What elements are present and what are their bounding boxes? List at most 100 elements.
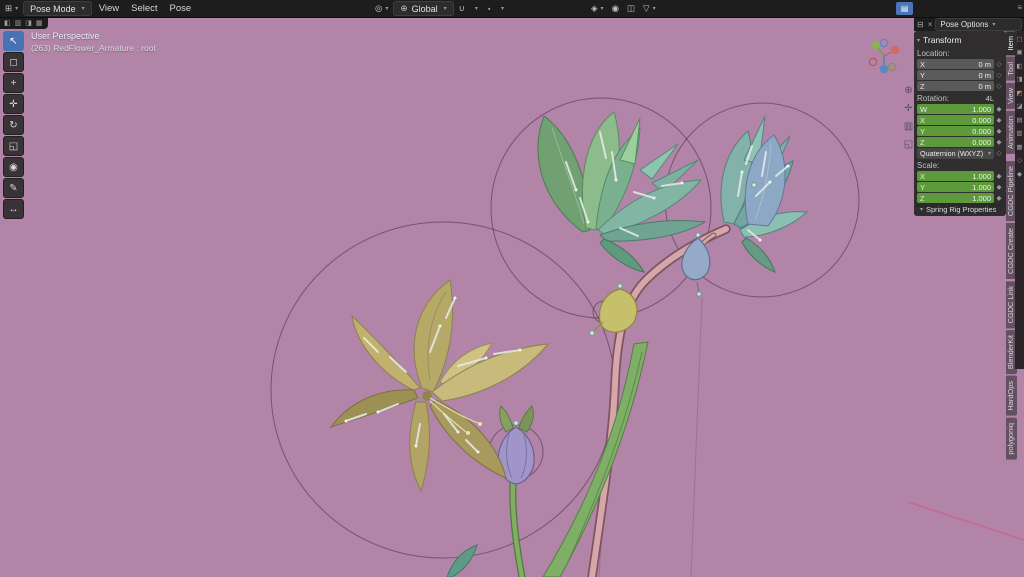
tab-cgdc-pipeline[interactable]: CGDC Pipeline — [1006, 161, 1017, 221]
close-icon[interactable]: × — [927, 20, 934, 29]
tool-setting-icon-4[interactable]: ▦ — [36, 19, 43, 27]
rotation-z-field[interactable]: Z0.000 — [917, 137, 994, 147]
tab-hardops[interactable]: HardOps — [1006, 376, 1017, 416]
menu-view[interactable]: View — [94, 3, 124, 14]
tool-cursor-button[interactable]: + — [3, 73, 24, 93]
mode-dropdown[interactable]: Pose Mode ▾ — [23, 1, 92, 16]
properties-tab-icon[interactable]: ▥ — [1016, 131, 1022, 138]
properties-tab-icon[interactable]: ◇ — [1017, 158, 1022, 165]
viewport-3d-scene[interactable] — [0, 0, 1024, 577]
rotation-w-field[interactable]: W1.000 — [917, 104, 994, 114]
scale-icon: ◱ — [9, 141, 18, 152]
show-gizmo-button[interactable]: ◈ ▾ — [588, 2, 607, 15]
scale-x-field[interactable]: X1.000 — [917, 171, 994, 181]
tool-annotate-button[interactable]: ✎ — [3, 178, 24, 198]
chevron-down-icon: ▾ — [992, 21, 995, 28]
location-y-field[interactable]: Y0 m — [917, 70, 994, 80]
decorate-icon[interactable]: ◆ — [995, 116, 1003, 124]
rotation-y-field[interactable]: Y0.000 — [917, 126, 994, 136]
transform-panel-header[interactable]: ▾ Transform — [917, 34, 1003, 46]
location-z-field[interactable]: Z0 m — [917, 81, 994, 91]
decorate-icon[interactable]: ◇ — [995, 71, 1003, 79]
tab-polygoniq[interactable]: polygoniq — [1006, 418, 1017, 460]
menu-select[interactable]: Select — [126, 3, 162, 14]
pivot-icon: ◎ — [375, 3, 382, 14]
neg-y-axis-handle[interactable] — [888, 63, 895, 70]
tool-select-box-button[interactable]: ◻ — [3, 52, 24, 72]
funnel-icon: ▽ — [643, 3, 650, 14]
properties-tab-icon[interactable]: ◧ — [1016, 64, 1022, 71]
properties-tab-icon[interactable]: ◨ — [1016, 77, 1022, 84]
tab-animation[interactable]: Animation — [1006, 111, 1017, 154]
rotation-w-row: W1.000 ◆ — [917, 104, 1003, 114]
tool-setting-icon-2[interactable]: ▥ — [15, 19, 22, 27]
properties-tab-icon[interactable]: ▣ — [1016, 50, 1022, 57]
snap-toggle-button[interactable]: ∪ — [456, 2, 468, 15]
decorate-icon[interactable]: ◆ — [995, 105, 1003, 113]
proportional-edit-button[interactable]: ◔ — [483, 2, 494, 15]
select-box-icon: ◻ — [9, 57, 17, 68]
show-overlays-button[interactable]: ◉ — [609, 2, 622, 15]
properties-tab-icon[interactable]: ◩ — [1016, 91, 1022, 98]
pivot-point-button[interactable]: ◎ ▾ — [372, 2, 391, 15]
decorate-icon[interactable]: ◇ — [995, 60, 1003, 68]
location-x-field[interactable]: X0 m — [917, 59, 994, 69]
chevron-down-icon: ▾ — [475, 5, 478, 12]
scale-z-field[interactable]: Z1.000 — [917, 193, 994, 203]
properties-tab-icon[interactable]: ▢ — [1016, 37, 1022, 44]
rotation-mode-dropdown[interactable]: Quaternion (WXYZ) ▾ — [917, 148, 994, 159]
decorate-icon[interactable]: ◆ — [995, 194, 1003, 202]
filter-button[interactable]: ▽ ▾ — [640, 2, 659, 15]
tool-setting-icon-1[interactable]: ◧ — [4, 19, 11, 27]
tool-scale-button[interactable]: ◱ — [3, 136, 24, 156]
scale-x-row: X1.000 ◆ — [917, 171, 1003, 181]
x-axis-handle[interactable] — [891, 46, 900, 55]
properties-tab-icon[interactable]: ▦ — [1016, 145, 1022, 152]
tool-tweak-button[interactable]: ↖ — [3, 31, 24, 51]
tab-cgdc-link[interactable]: CGDC Link — [1006, 281, 1017, 328]
decorate-icon[interactable]: ◆ — [995, 138, 1003, 146]
tab-view[interactable]: View — [1006, 83, 1017, 109]
menu-pose[interactable]: Pose — [165, 3, 197, 14]
tab-item[interactable]: Item — [1006, 31, 1017, 55]
decorate-icon[interactable]: ◆ — [995, 172, 1003, 180]
editor-type-button[interactable]: ⊞ ▾ — [2, 2, 21, 15]
decorate-icon[interactable]: ◆ — [995, 127, 1003, 135]
grid-icon[interactable]: ⊟ — [916, 20, 925, 29]
pose-options-dropdown[interactable]: Pose Options ▾ — [935, 18, 1022, 31]
y-axis-handle[interactable] — [872, 41, 881, 50]
properties-editor-icon[interactable]: ≡ — [1017, 3, 1022, 12]
rotation-mode-badge[interactable]: 4L — [986, 94, 1003, 103]
neg-x-axis-handle[interactable] — [869, 58, 876, 65]
decorate-icon[interactable]: ◆ — [995, 183, 1003, 191]
tab-blenderkit[interactable]: BlenderKit — [1006, 330, 1017, 374]
magnet-icon: ∪ — [459, 3, 465, 14]
tool-rotate-button[interactable]: ↻ — [3, 115, 24, 135]
xray-toggle-button[interactable]: ◫ — [624, 2, 638, 15]
tool-measure-button[interactable]: ↔ — [3, 199, 24, 219]
tool-move-button[interactable]: ✛ — [3, 94, 24, 114]
header-left-group: ⊞ ▾ Pose Mode ▾ View Select Pose — [2, 0, 196, 17]
active-editor-button[interactable]: ▤ — [896, 2, 913, 15]
navigation-gizmo[interactable] — [864, 36, 904, 76]
decorate-icon[interactable]: ◇ — [995, 82, 1003, 90]
decorate-icon[interactable]: ◇ — [995, 149, 1003, 157]
z-axis-handle[interactable] — [880, 65, 889, 74]
tool-transform-button[interactable]: ◉ — [3, 157, 24, 177]
tool-setting-icon-3[interactable]: ◨ — [25, 19, 32, 27]
rotation-x-field[interactable]: X0.000 — [917, 115, 994, 125]
spring-rig-panel-header[interactable]: ▾ Spring Rig Properties — [914, 203, 1006, 216]
tab-tool[interactable]: Tool — [1006, 57, 1017, 81]
scale-y-field[interactable]: Y1.000 — [917, 182, 994, 192]
rotation-mode-row: Quaternion (WXYZ) ▾ ◇ — [917, 148, 1003, 158]
properties-tab-icon[interactable]: ◪ — [1016, 104, 1022, 111]
neg-z-axis-handle[interactable] — [880, 39, 887, 46]
properties-tab-icon[interactable]: ▤ — [1016, 118, 1022, 125]
orientation-dropdown[interactable]: ⊕ Global ▾ — [393, 1, 453, 16]
snap-options-button[interactable]: ▾ — [470, 2, 481, 15]
properties-tab-icon[interactable]: ◆ — [1017, 172, 1022, 179]
header-overlay-group: ◈ ▾ ◉ ◫ ▽ ▾ — [588, 0, 659, 17]
tab-cgdc-create[interactable]: CGDC Create — [1006, 223, 1017, 279]
viewport-editor-icon: ▤ — [901, 4, 909, 13]
proportional-options-button[interactable]: ▾ — [496, 2, 507, 15]
